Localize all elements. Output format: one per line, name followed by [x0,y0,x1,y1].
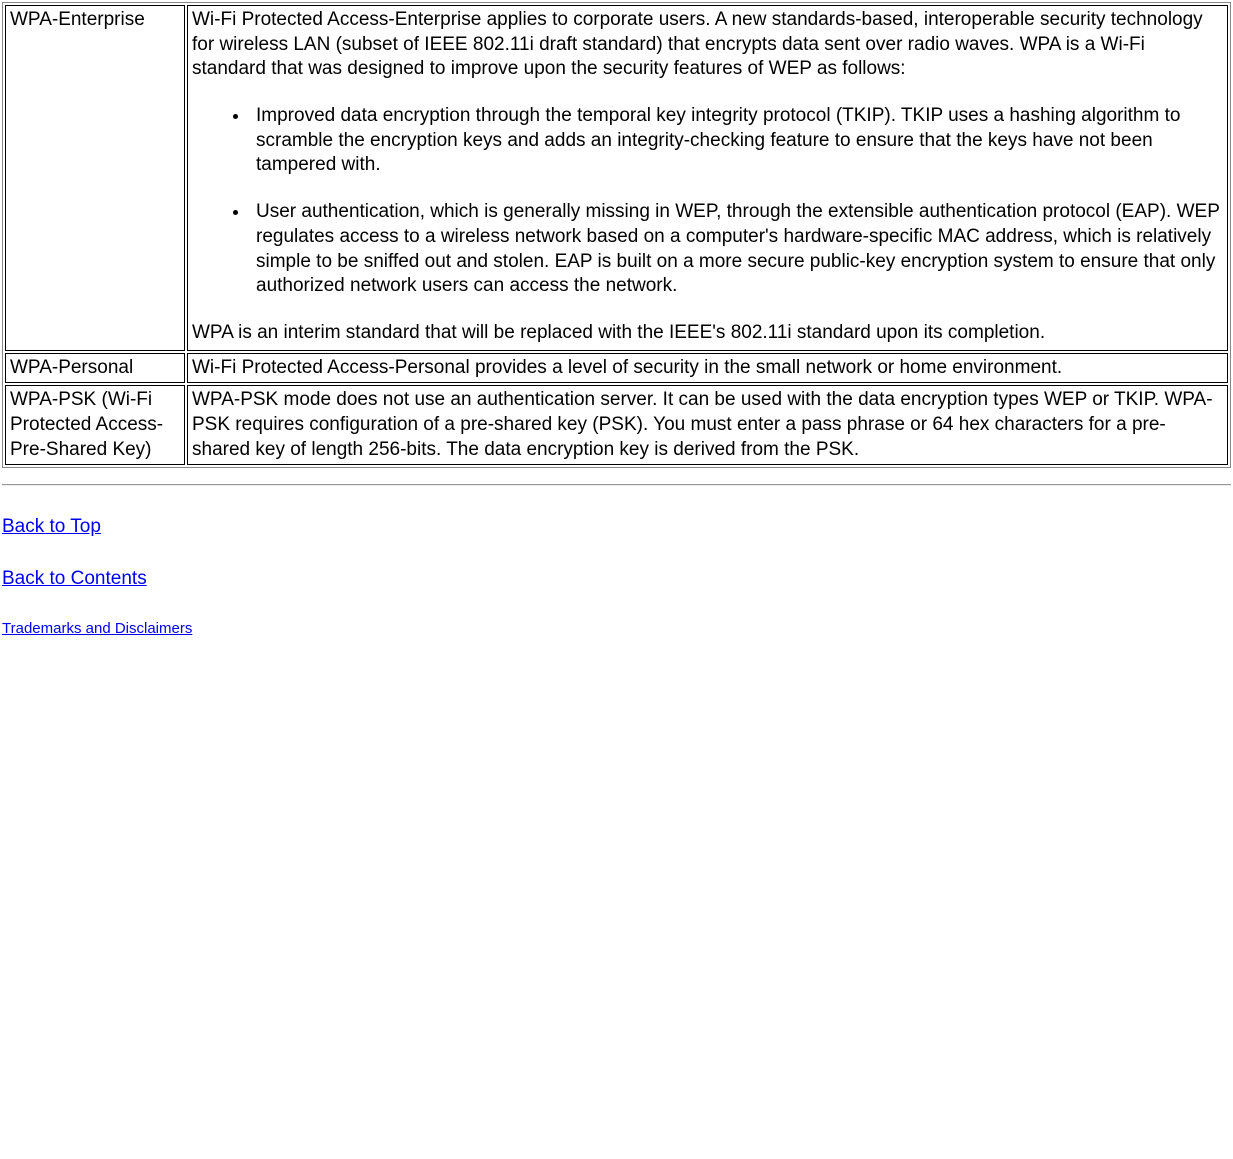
definition-cell: Wi-Fi Protected Access-Personal provides… [187,353,1228,384]
list-item: Improved data encryption through the tem… [250,104,1223,178]
definition-cell: WPA-PSK mode does not use an authenticat… [187,385,1228,465]
table-row: WPA-Enterprise Wi-Fi Protected Access-En… [5,5,1228,351]
term-cell: WPA-Enterprise [5,5,185,351]
term-cell: WPA-Personal [5,353,185,384]
glossary-table: WPA-Enterprise Wi-Fi Protected Access-En… [2,2,1231,468]
divider [2,484,1231,486]
definition-cell: Wi-Fi Protected Access-Enterprise applie… [187,5,1228,351]
definition-intro: Wi-Fi Protected Access-Enterprise applie… [192,8,1223,82]
term-cell: WPA-PSK (Wi-Fi Protected Access-Pre-Shar… [5,385,185,465]
definition-outro: WPA is an interim standard that will be … [192,321,1223,346]
table-row: WPA-Personal Wi-Fi Protected Access-Pers… [5,353,1228,384]
back-to-top-link[interactable]: Back to Top [2,516,101,537]
definition-bullet-list: Improved data encryption through the tem… [192,104,1223,299]
back-to-contents-link[interactable]: Back to Contents [2,568,147,589]
list-item: User authentication, which is generally … [250,200,1223,299]
table-row: WPA-PSK (Wi-Fi Protected Access-Pre-Shar… [5,385,1228,465]
trademarks-link[interactable]: Trademarks and Disclaimers [2,620,192,637]
